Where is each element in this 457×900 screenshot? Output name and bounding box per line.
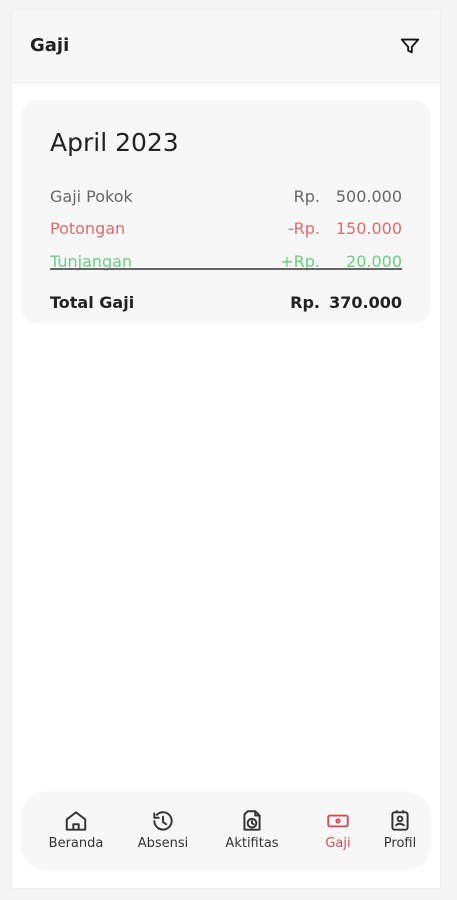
nav-item-profil[interactable]: Profil (364, 808, 436, 856)
nav-label-absensi: Absensi (137, 836, 189, 851)
history-icon (153, 811, 173, 831)
base-salary-currency: Rp. (293, 186, 320, 206)
divider (50, 268, 402, 270)
base-salary-label: Gaji Pokok (50, 186, 133, 206)
total-amount: 370.000 (329, 292, 402, 312)
nav-item-absensi[interactable]: Absensi (127, 808, 199, 856)
total-currency: Rp. (290, 292, 320, 312)
nav-label-aktifitas: Aktifitas (225, 836, 279, 851)
nav-label-profil: Profil (383, 836, 417, 851)
deduction-amount: 150.000 (335, 218, 402, 238)
nav-item-beranda[interactable]: Beranda (40, 808, 112, 856)
allowance-row: Tunjangan +Rp. 20.000 (50, 247, 402, 275)
total-label: Total Gaji (50, 292, 135, 312)
filter-button[interactable] (398, 34, 422, 58)
base-salary-amount: 500.000 (335, 186, 402, 206)
header: Gaji (12, 10, 440, 83)
page: Gaji April 2023 Gaji Pokok Rp. 500.000 P… (0, 0, 457, 900)
deduction-label: Potongan (50, 218, 126, 238)
bottom-navigation: Beranda Absensi Aktifitas Gaji Profil (22, 792, 430, 868)
total-row: Total Gaji Rp. 370.000 (50, 288, 402, 316)
deduction-currency: -Rp. (287, 218, 320, 238)
base-salary-row: Gaji Pokok Rp. 500.000 (50, 182, 402, 210)
nav-label-beranda: Beranda (48, 836, 104, 851)
nav-item-aktifitas[interactable]: Aktifitas (216, 808, 288, 856)
page-title: Gaji (30, 35, 70, 56)
filter-icon (400, 38, 420, 54)
deduction-row: Potongan -Rp. 150.000 (50, 214, 402, 242)
home-icon (65, 811, 87, 831)
document-clock-icon (243, 810, 261, 831)
profile-card-icon (391, 810, 409, 831)
money-icon (327, 814, 349, 828)
salary-card: April 2023 Gaji Pokok Rp. 500.000 Potong… (22, 100, 430, 322)
app-frame: Gaji April 2023 Gaji Pokok Rp. 500.000 P… (12, 10, 440, 888)
salary-month: April 2023 (50, 128, 179, 157)
